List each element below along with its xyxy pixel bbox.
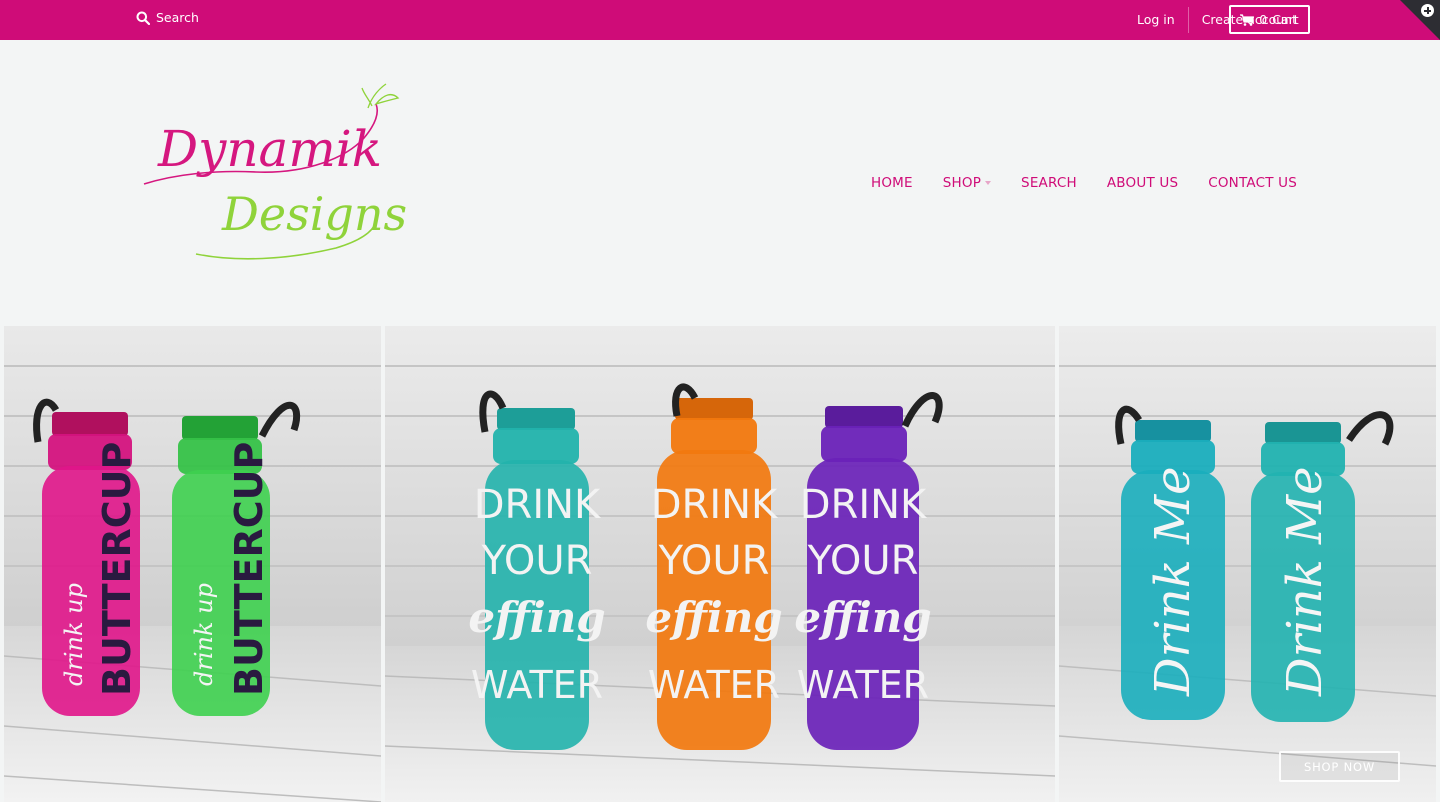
search-icon (136, 11, 150, 25)
bottle-text-your-1: YOUR (481, 538, 593, 584)
logo-line1: Dynamik (157, 120, 382, 178)
cart-button[interactable]: 0 Cart (1229, 5, 1310, 34)
drink-me-bottles-image: Drink Me Drink Me (1059, 326, 1436, 802)
top-search-link[interactable]: Search (136, 10, 199, 25)
shop-now-button[interactable]: SHOP NOW (1279, 751, 1400, 782)
bottle-text-your-2: YOUR (658, 538, 770, 584)
bottle-text-drinkup-2: drink up (190, 583, 218, 686)
plus-icon (1421, 4, 1434, 17)
nav-about-us[interactable]: ABOUT US (1107, 175, 1178, 191)
login-link[interactable]: Log in (1124, 7, 1188, 33)
nav-contact-us[interactable]: CONTACT US (1208, 175, 1297, 191)
nav-about-label: ABOUT US (1106, 175, 1179, 191)
slide-panel-effing-water[interactable]: DRINK YOUR effing WATER DRINK YOUR effin… (385, 326, 1055, 802)
nav-home-label: HOME (870, 175, 913, 191)
bottle-text-water-2: WATER (648, 663, 780, 707)
nav-contact-label: CONTACT US (1208, 175, 1297, 191)
buttercup-bottles-image: drink up BUTTERCUP drink up BUTTERCUP (4, 326, 381, 802)
corner-triangle (1400, 0, 1440, 40)
bottle-text-buttercup-1: BUTTERCUP (95, 442, 139, 696)
logo-line2: Designs (221, 187, 406, 241)
bottle-text-buttercup-2: BUTTERCUP (227, 442, 271, 696)
slide-panel-drink-me[interactable]: Drink Me Drink Me (1059, 326, 1436, 802)
nav-shop[interactable]: SHOP (942, 175, 992, 191)
bottle-text-drink-1: DRINK (474, 482, 602, 528)
bottle-text-water-1: WATER (471, 663, 603, 707)
bottle-text-drinkme-2: Drink Me (1277, 466, 1333, 697)
bottle-text-your-3: YOUR (807, 538, 919, 584)
cart-label: Cart (1272, 12, 1299, 27)
bottle-text-effing-1: effing (468, 593, 605, 642)
bottle-text-drinkup-1: drink up (60, 583, 88, 686)
bottle-text-drink-2: DRINK (651, 482, 779, 528)
bottle-text-drinkme-1: Drink Me (1145, 466, 1201, 697)
cart-icon (1240, 13, 1255, 26)
corner-plus-badge[interactable] (1400, 0, 1440, 40)
nav-home[interactable]: HOME (871, 175, 913, 191)
site-header: Dynamik Designs HOME SHOP SEARCH ABOUT U… (0, 40, 1440, 322)
cart-count: 0 (1259, 12, 1268, 27)
bottle-text-drink-3: DRINK (800, 482, 928, 528)
logo-graphic: Dynamik Designs (143, 83, 407, 260)
main-nav: HOME SHOP SEARCH ABOUT US CONTACT US (871, 175, 1297, 191)
effing-water-bottles-image: DRINK YOUR effing WATER DRINK YOUR effin… (385, 326, 1055, 802)
bottle-text-water-3: WATER (797, 663, 929, 707)
bottle-text-effing-3: effing (794, 593, 931, 642)
nav-search[interactable]: SEARCH (1021, 175, 1077, 191)
search-label: Search (156, 10, 199, 25)
top-bar: Search Log in Create account 0 Cart (0, 0, 1440, 40)
nav-search-label: SEARCH (1021, 175, 1077, 191)
chevron-down-icon (985, 181, 992, 185)
site-logo[interactable]: Dynamik Designs (136, 78, 407, 268)
bottle-text-effing-2: effing (645, 593, 782, 642)
slide-panel-buttercup[interactable]: drink up BUTTERCUP drink up BUTTERCUP (4, 326, 381, 802)
nav-shop-label: SHOP (942, 175, 982, 191)
